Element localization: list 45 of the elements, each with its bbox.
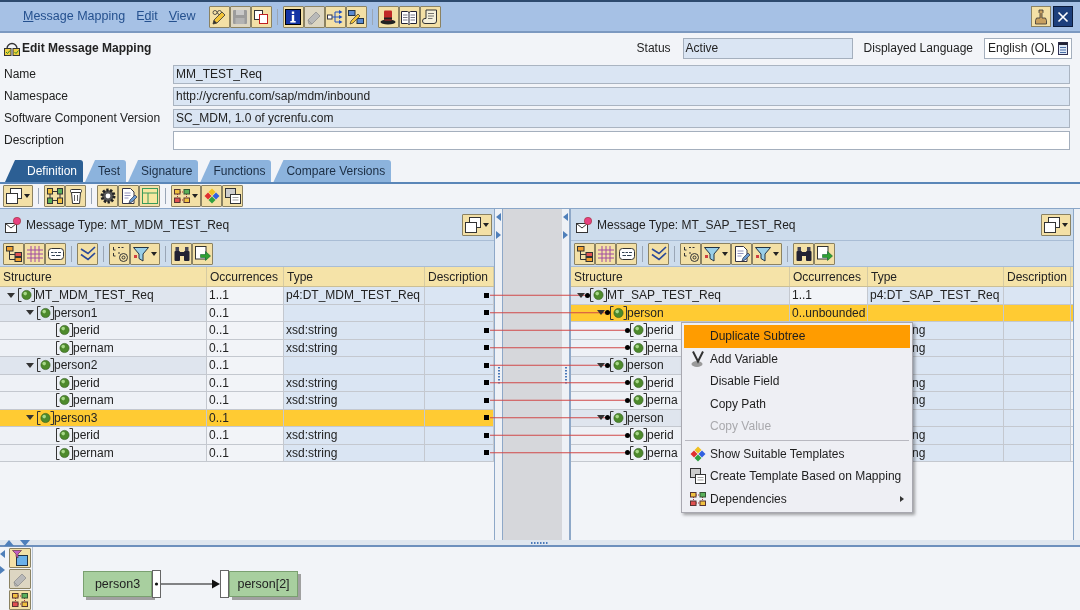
field-label: Name bbox=[4, 66, 37, 83]
node-label: pernam bbox=[73, 392, 114, 410]
panel-title: Message Type: MT_SAP_TEST_Req bbox=[597, 216, 796, 234]
table-cell: 0..1 bbox=[207, 392, 284, 409]
node-label: perid bbox=[647, 322, 674, 340]
node-label: pernam bbox=[73, 339, 114, 357]
table-cell: 0..1 bbox=[207, 322, 284, 339]
table-cell: 0..1 bbox=[207, 357, 284, 374]
node-label: pernam bbox=[73, 444, 114, 462]
node-label: perna bbox=[647, 444, 678, 462]
table-cell: xsd:string bbox=[284, 322, 425, 339]
table-cell: p4:DT_MDM_TEST_Req bbox=[284, 287, 425, 304]
node-label: perna bbox=[647, 392, 678, 410]
table-cell: 0..unbounded bbox=[790, 304, 868, 321]
mapping-node: person3 bbox=[83, 571, 152, 597]
table-cell: 1..1 bbox=[207, 287, 284, 304]
mapping-node: person[2] bbox=[229, 571, 298, 597]
node-label: perid bbox=[73, 427, 100, 445]
field-label: Namespace bbox=[4, 88, 70, 105]
node-label: MT_SAP_TEST_Req bbox=[607, 287, 722, 305]
node-label: person3 bbox=[54, 409, 98, 427]
table-cell: p4:DT_SAP_TEST_Req bbox=[868, 287, 1004, 304]
node-label: person bbox=[627, 357, 664, 375]
page-title: Edit Message Mapping bbox=[22, 40, 152, 57]
language-label: Displayed Language bbox=[863, 40, 973, 57]
node-label: perid bbox=[647, 374, 674, 392]
panel-title: Message Type: MT_MDM_TEST_Req bbox=[26, 216, 230, 234]
status-field: Active bbox=[682, 37, 853, 59]
node-label: person bbox=[627, 409, 664, 427]
table-cell: xsd:string bbox=[284, 427, 425, 444]
node-label: MT_MDM_TEST_Req bbox=[35, 287, 154, 305]
node-label: person1 bbox=[54, 304, 98, 322]
field-label: Software Component Version bbox=[4, 110, 162, 127]
node-label: person2 bbox=[54, 357, 98, 375]
table-cell: xsd:string bbox=[284, 392, 425, 409]
field-label: Description bbox=[4, 132, 66, 149]
node-label: person bbox=[627, 304, 664, 322]
node-label: perid bbox=[73, 374, 100, 392]
node-label: perid bbox=[73, 322, 100, 340]
table-cell: 1..1 bbox=[790, 287, 868, 304]
status-label: Status bbox=[636, 40, 671, 57]
node-label: perna bbox=[647, 339, 678, 357]
table-cell: 0..1 bbox=[207, 409, 284, 426]
table-cell: 0..1 bbox=[207, 427, 284, 444]
node-label: perid bbox=[647, 427, 674, 445]
